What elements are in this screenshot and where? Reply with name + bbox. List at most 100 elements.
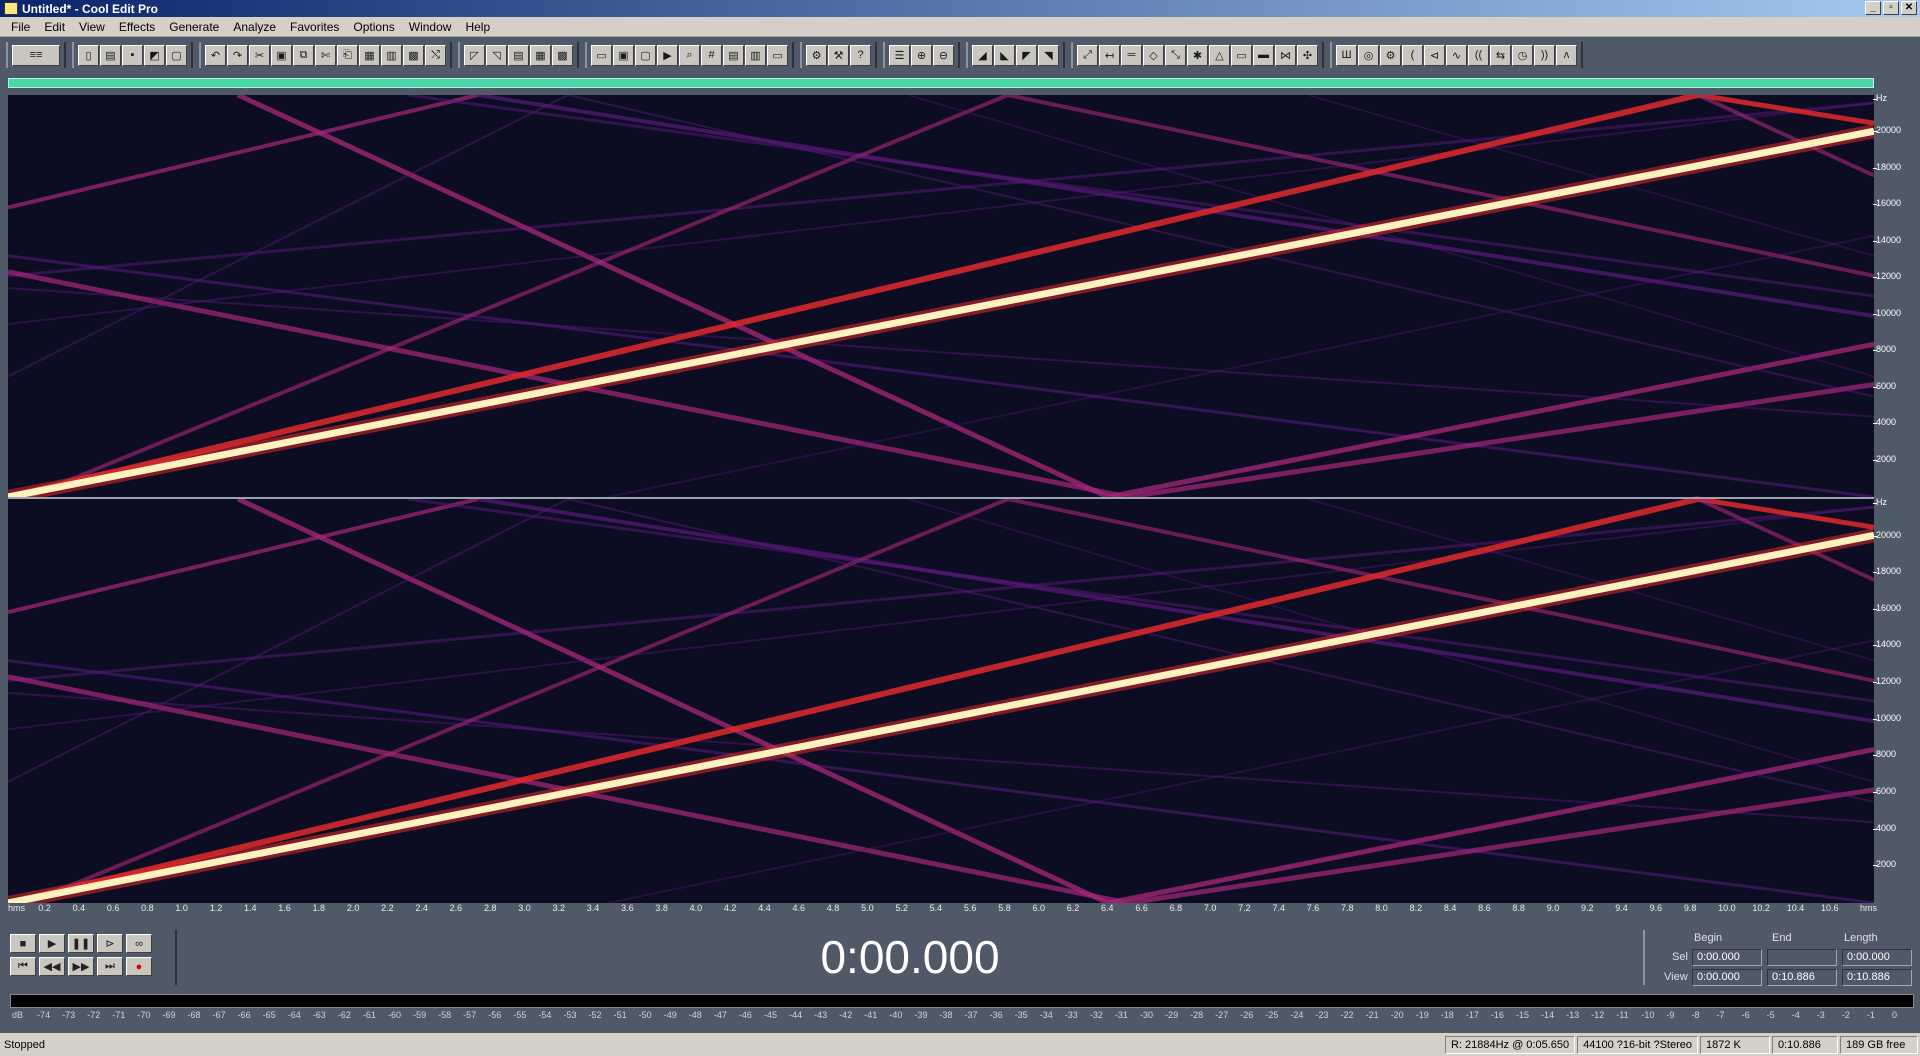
- view-begin-field[interactable]: 0:00.000: [1692, 969, 1762, 986]
- tools-icon[interactable]: ⚒: [828, 44, 849, 66]
- clipboard-icon[interactable]: ▩: [403, 44, 424, 66]
- analyze-j-icon[interactable]: )): [1534, 44, 1555, 66]
- fade-icon[interactable]: ◹: [486, 44, 507, 66]
- analyze-c-icon[interactable]: ⚙: [1380, 44, 1401, 66]
- sel-length-field[interactable]: 0:00.000: [1842, 949, 1912, 966]
- forward-icon[interactable]: ▶▶: [68, 957, 94, 976]
- analyze-h-icon[interactable]: ⇆: [1490, 44, 1511, 66]
- mix-icon[interactable]: ⤭: [425, 44, 446, 66]
- analyze-d-icon[interactable]: (: [1402, 44, 1423, 66]
- copy-new-icon[interactable]: ⧉: [293, 44, 314, 66]
- blank-icon[interactable]: ▭: [767, 44, 788, 66]
- analyze-k-icon[interactable]: ʌ: [1556, 44, 1577, 66]
- envelope-icon[interactable]: ◸: [464, 44, 485, 66]
- multitrack-icon[interactable]: ≡≡: [12, 44, 60, 66]
- copy-icon[interactable]: ▣: [271, 44, 292, 66]
- paste-new-icon[interactable]: ▦: [359, 44, 380, 66]
- record-icon[interactable]: ●: [126, 957, 152, 976]
- waveform-overview-bar[interactable]: [8, 78, 1874, 88]
- menu-effects[interactable]: Effects: [112, 20, 162, 34]
- spectrogram-canvas[interactable]: [8, 95, 1874, 903]
- meter-tick-label: dB: [12, 1010, 24, 1020]
- time-tick-label: 2.6: [449, 903, 463, 913]
- zoom-in-icon[interactable]: ⊕: [911, 44, 932, 66]
- analyze-f-icon[interactable]: ∿: [1446, 44, 1467, 66]
- menu-edit[interactable]: Edit: [37, 20, 72, 34]
- tool-f-icon[interactable]: ✱: [1187, 44, 1208, 66]
- tool-a-icon[interactable]: ⤢: [1077, 44, 1098, 66]
- view-info-icon[interactable]: ▢: [635, 44, 656, 66]
- effect-c-icon[interactable]: ◤: [1016, 44, 1037, 66]
- stats-icon[interactable]: ▥: [745, 44, 766, 66]
- view-waveform-icon[interactable]: ▭: [591, 44, 612, 66]
- go-end-icon[interactable]: ⏭: [97, 957, 123, 976]
- zoom-out-icon[interactable]: ⊖: [933, 44, 954, 66]
- analyze-e-icon[interactable]: ⊲: [1424, 44, 1445, 66]
- menu-file[interactable]: File: [4, 20, 37, 34]
- frequency-unit-label: Hz: [1873, 93, 1887, 103]
- tool-e-icon[interactable]: ⤡: [1165, 44, 1186, 66]
- play-to-end-icon[interactable]: ⊳: [97, 934, 123, 953]
- new-file-icon[interactable]: ▯: [78, 44, 99, 66]
- restore-button[interactable]: ▫: [1883, 1, 1899, 15]
- grid-icon[interactable]: ▩: [552, 44, 573, 66]
- list-icon[interactable]: ☰: [889, 44, 910, 66]
- menu-options[interactable]: Options: [346, 20, 401, 34]
- help-icon[interactable]: ?: [850, 44, 871, 66]
- redo-icon[interactable]: ↷: [227, 44, 248, 66]
- minimize-button[interactable]: _: [1865, 1, 1881, 15]
- menu-generate[interactable]: Generate: [162, 20, 226, 34]
- rewind-icon[interactable]: ◀◀: [39, 957, 65, 976]
- menu-favorites[interactable]: Favorites: [283, 20, 346, 34]
- save-as-icon[interactable]: ◩: [144, 44, 165, 66]
- play-preview-icon[interactable]: ▶: [657, 44, 678, 66]
- tool-k-icon[interactable]: ✣: [1297, 44, 1318, 66]
- save-icon[interactable]: ▪: [122, 44, 143, 66]
- tool-c-icon[interactable]: ═: [1121, 44, 1142, 66]
- tool-g-icon[interactable]: △: [1209, 44, 1230, 66]
- effect-a-icon[interactable]: ◢: [972, 44, 993, 66]
- open-file-icon[interactable]: ▤: [100, 44, 121, 66]
- channel-icon[interactable]: ▦: [530, 44, 551, 66]
- analyze-a-icon[interactable]: Ш: [1336, 44, 1357, 66]
- tool-i-icon[interactable]: ▬: [1253, 44, 1274, 66]
- menu-analyze[interactable]: Analyze: [226, 20, 283, 34]
- zoom-tool-icon[interactable]: ⌕: [679, 44, 700, 66]
- loop-icon[interactable]: ∞: [126, 934, 152, 953]
- close-button[interactable]: ✕: [1901, 1, 1917, 15]
- tool-d-icon[interactable]: ◇: [1143, 44, 1164, 66]
- settings-icon[interactable]: ⚙: [806, 44, 827, 66]
- analyze-i-icon[interactable]: ◷: [1512, 44, 1533, 66]
- pause-icon[interactable]: ❚❚: [68, 934, 94, 953]
- effect-b-icon[interactable]: ◣: [994, 44, 1015, 66]
- view-length-field[interactable]: 0:10.886: [1842, 969, 1912, 986]
- sample-rate-icon[interactable]: #: [701, 44, 722, 66]
- sel-end-field[interactable]: [1767, 949, 1837, 966]
- bit-depth-icon[interactable]: ▤: [723, 44, 744, 66]
- mix-paste-icon[interactable]: ▥: [381, 44, 402, 66]
- meter-tick-label: -54: [538, 1010, 552, 1020]
- menu-help[interactable]: Help: [458, 20, 497, 34]
- sel-begin-field[interactable]: 0:00.000: [1692, 949, 1762, 966]
- analyze-g-icon[interactable]: ((: [1468, 44, 1489, 66]
- menu-view[interactable]: View: [72, 20, 112, 34]
- view-end-field[interactable]: 0:10.886: [1767, 969, 1837, 986]
- split-icon[interactable]: ▤: [508, 44, 529, 66]
- stop-icon[interactable]: ■: [10, 934, 36, 953]
- paste-icon[interactable]: ⎗: [337, 44, 358, 66]
- play-icon[interactable]: ▶: [39, 934, 65, 953]
- go-start-icon[interactable]: ⏮: [10, 957, 36, 976]
- trim-icon[interactable]: ✄: [315, 44, 336, 66]
- view-spectral-icon[interactable]: ▣: [613, 44, 634, 66]
- close-file-icon[interactable]: ▢: [166, 44, 187, 66]
- frequency-tick-label: 8000: [1872, 749, 1897, 760]
- tool-b-icon[interactable]: ↤: [1099, 44, 1120, 66]
- undo-icon[interactable]: ↶: [205, 44, 226, 66]
- tool-h-icon[interactable]: ▭: [1231, 44, 1252, 66]
- effect-d-icon[interactable]: ◥: [1038, 44, 1059, 66]
- menu-window[interactable]: Window: [402, 20, 459, 34]
- tool-j-icon[interactable]: ⋈: [1275, 44, 1296, 66]
- cut-icon[interactable]: ✂: [249, 44, 270, 66]
- analyze-b-icon[interactable]: ◎: [1358, 44, 1379, 66]
- spectral-view[interactable]: [8, 95, 1874, 903]
